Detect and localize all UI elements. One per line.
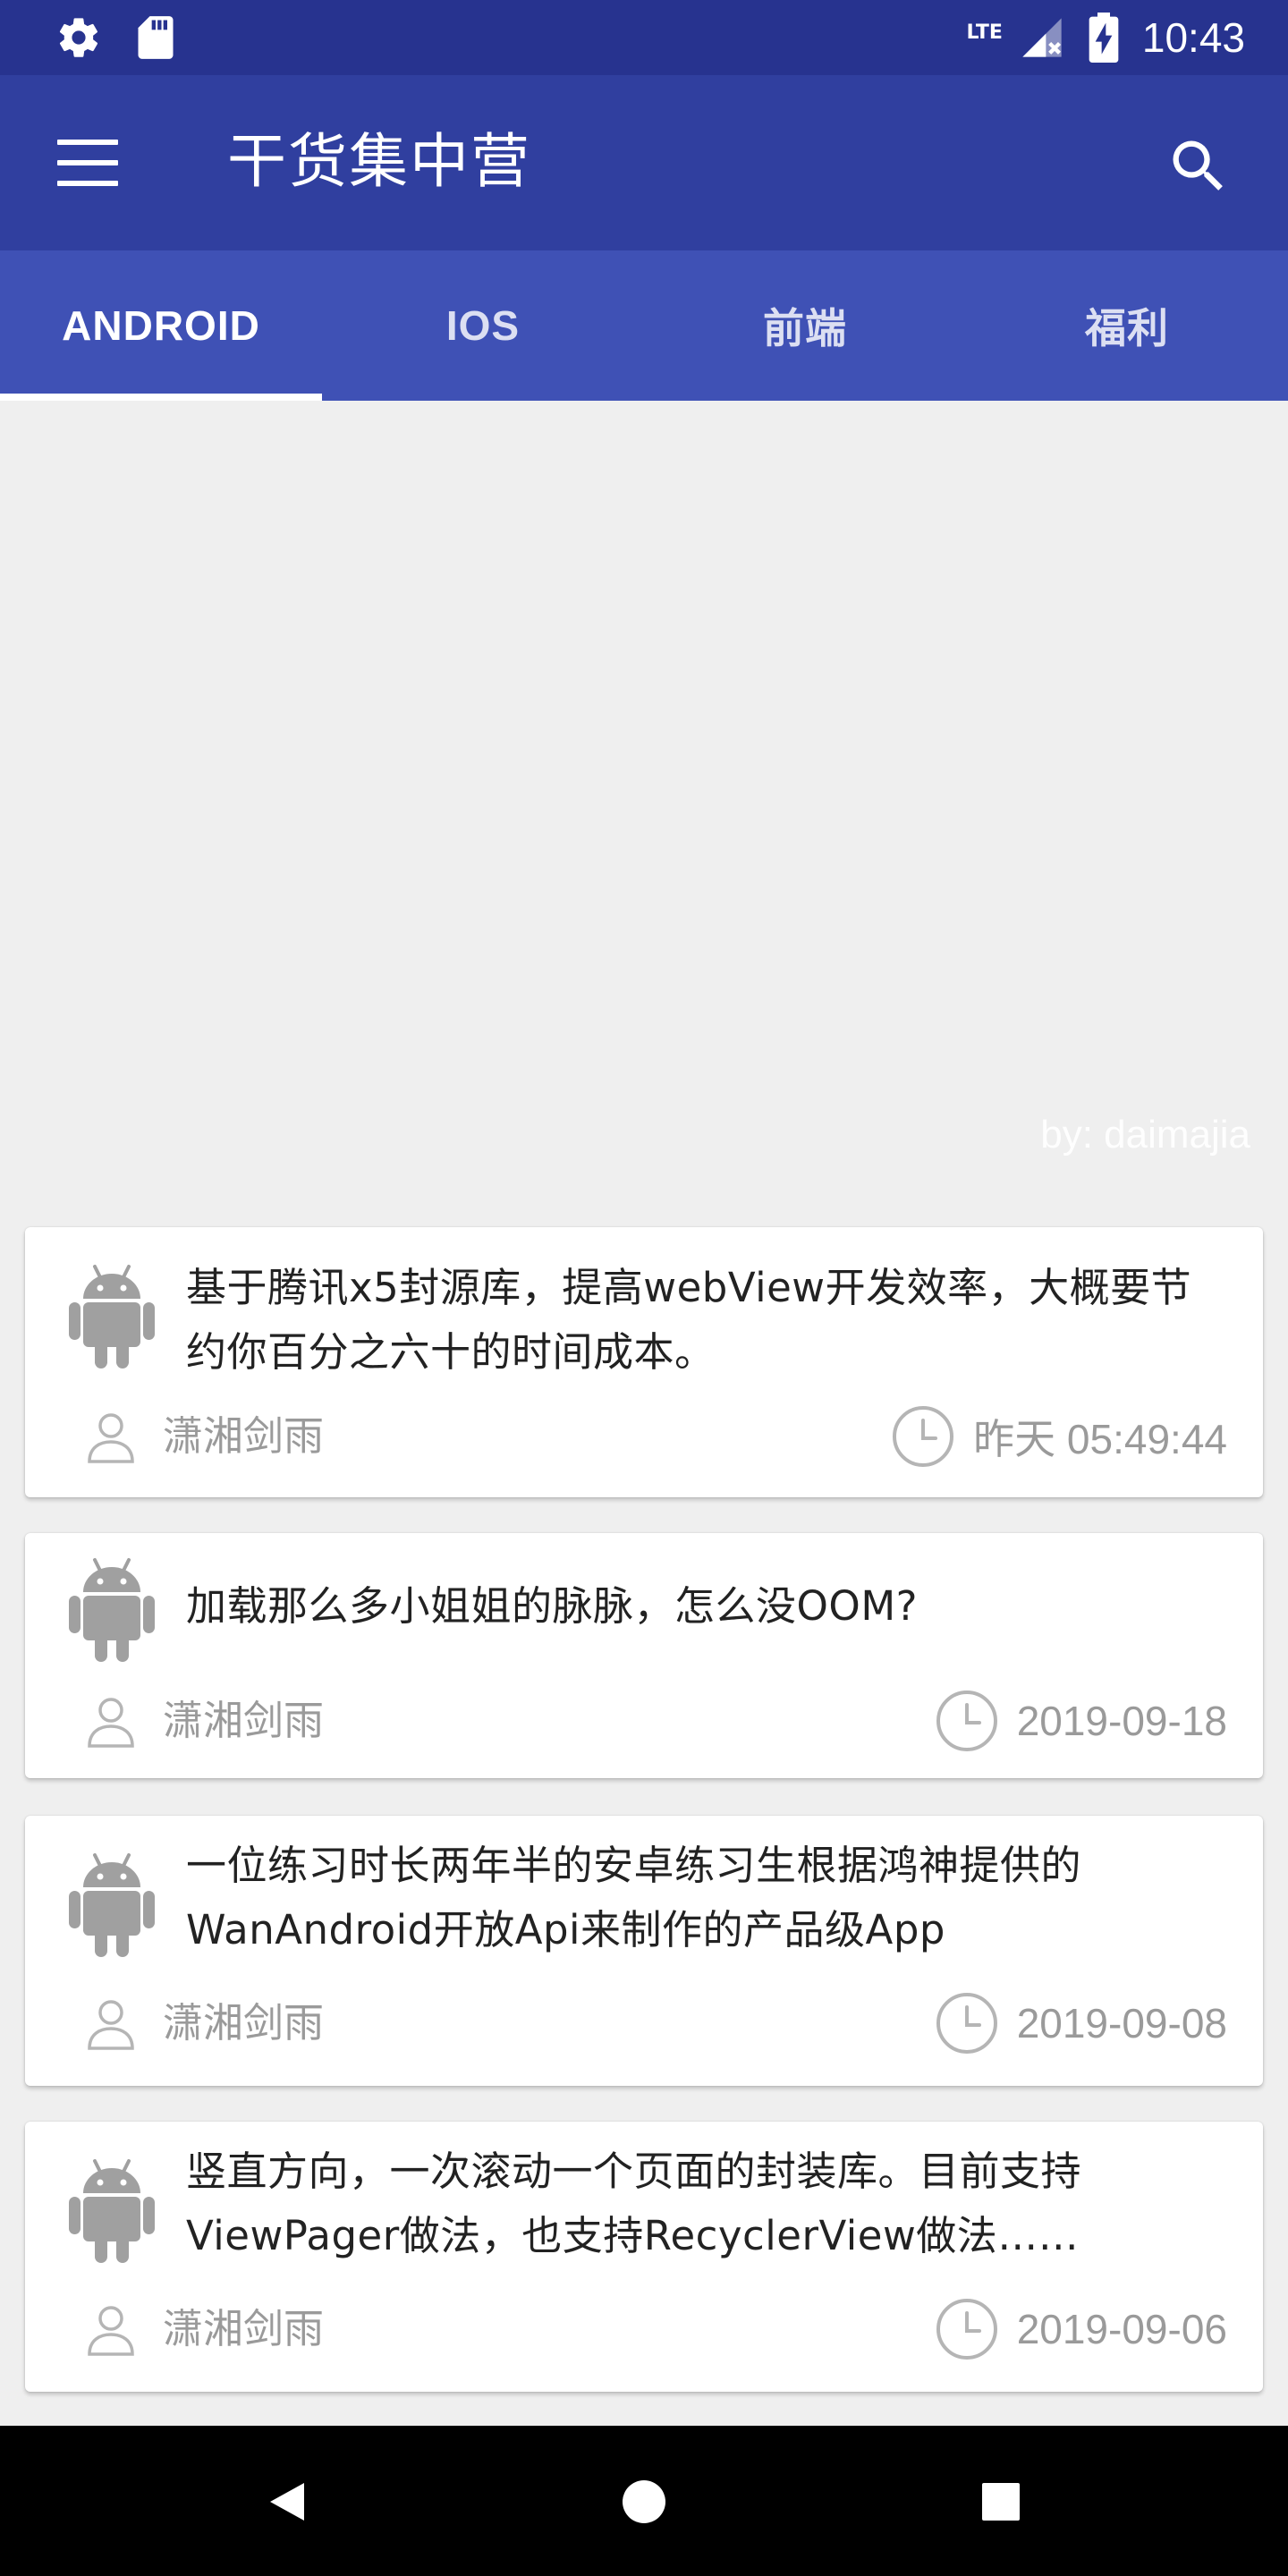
article-author: 潇湘剑雨 xyxy=(163,1999,325,2046)
article-time: 昨天 05:49:44 xyxy=(973,1416,1227,1462)
android-icon xyxy=(68,1263,156,1370)
tab-frontend[interactable]: 前端 xyxy=(644,250,966,401)
article-meta: 潇湘剑雨 2019-09-08 xyxy=(25,1987,1263,2059)
settings-icon xyxy=(59,18,98,57)
article-time-wrap: 2019-09-18 xyxy=(935,1685,1227,1757)
menu-icon[interactable] xyxy=(57,140,118,186)
navigation-bar xyxy=(0,2426,1288,2576)
user-icon xyxy=(82,1995,140,2052)
article-author: 潇湘剑雨 xyxy=(163,1697,325,1744)
article-meta: 潇湘剑雨 2019-09-06 xyxy=(25,2293,1263,2365)
clock-icon xyxy=(891,1404,955,1469)
user-icon xyxy=(82,1692,140,1750)
recents-icon[interactable] xyxy=(970,2470,1032,2533)
article-card[interactable]: 加载那么多小姐姐的脉脉，怎么没OOM? 潇湘剑雨 2019-09-18 xyxy=(25,1533,1263,1778)
article-meta: 潇湘剑雨 昨天 05:49:44 xyxy=(25,1401,1263,1472)
android-icon xyxy=(68,1852,156,1959)
android-icon xyxy=(68,2157,156,2265)
signal-icon xyxy=(1022,18,1062,57)
status-right: LTE 10:43 xyxy=(966,13,1245,63)
home-icon[interactable] xyxy=(613,2470,675,2533)
tab-ios[interactable]: IOS xyxy=(322,250,644,401)
battery-charging-icon xyxy=(1089,13,1119,63)
status-bar: LTE 10:43 xyxy=(0,0,1288,75)
android-icon xyxy=(68,1556,156,1664)
network-type: LTE xyxy=(966,21,1003,44)
status-left xyxy=(55,14,175,61)
tab-indicator xyxy=(0,394,322,401)
article-title: 加载那么多小姐姐的脉脉，怎么没OOM? xyxy=(186,1582,919,1630)
article-time: 2019-09-06 xyxy=(1016,2306,1227,2352)
article-time-wrap: 昨天 05:49:44 xyxy=(891,1401,1227,1472)
back-icon[interactable] xyxy=(256,2470,318,2533)
article-card[interactable]: 一位练习时长两年半的安卓练习生根据鸿神提供的WanAndroid开放Api来制作… xyxy=(25,1816,1263,2086)
user-icon xyxy=(82,1408,140,1465)
article-title: 竖直方向，一次滚动一个页面的封装库。目前支持ViewPager做法，也支持Rec… xyxy=(186,2148,1082,2259)
article-time-wrap: 2019-09-06 xyxy=(935,2293,1227,2365)
tab-bar: ANDROID IOS 前端 福利 xyxy=(0,250,1288,401)
banner[interactable] xyxy=(0,401,1288,1170)
tab-welfare[interactable]: 福利 xyxy=(966,250,1288,401)
article-card[interactable]: 基于腾讯x5封源库，提高webView开发效率，大概要节约你百分之六十的时间成本… xyxy=(25,1227,1263,1497)
article-author: 潇湘剑雨 xyxy=(163,1412,325,1460)
sd-card-icon xyxy=(138,16,174,59)
article-author: 潇湘剑雨 xyxy=(163,2305,325,2352)
article-meta: 潇湘剑雨 2019-09-18 xyxy=(25,1685,1263,1757)
app-screen: LTE 10:43 干货集中营 ANDROID IOS 前端 福利 by: da… xyxy=(0,0,1288,2576)
article-card[interactable]: 竖直方向，一次滚动一个页面的封装库。目前支持ViewPager做法，也支持Rec… xyxy=(25,2122,1263,2392)
tab-android[interactable]: ANDROID xyxy=(0,250,322,401)
article-title: 一位练习时长两年半的安卓练习生根据鸿神提供的WanAndroid开放Api来制作… xyxy=(186,1842,1082,1953)
article-title: 基于腾讯x5封源库，提高webView开发效率，大概要节约你百分之六十的时间成本… xyxy=(186,1264,1192,1376)
search-icon[interactable] xyxy=(1165,132,1233,200)
article-time: 2019-09-08 xyxy=(1016,2000,1227,2046)
clock-icon xyxy=(935,1991,999,2055)
clock-icon xyxy=(935,2297,999,2361)
app-bar: 干货集中营 xyxy=(0,75,1288,250)
page-title: 干货集中营 xyxy=(227,127,531,196)
article-time: 2019-09-18 xyxy=(1016,1698,1227,1744)
banner-credit: by: daimajia xyxy=(1040,1113,1250,1157)
user-icon xyxy=(82,2301,140,2358)
clock-icon xyxy=(935,1689,999,1753)
article-time-wrap: 2019-09-08 xyxy=(935,1987,1227,2059)
status-time: 10:43 xyxy=(1141,14,1245,61)
